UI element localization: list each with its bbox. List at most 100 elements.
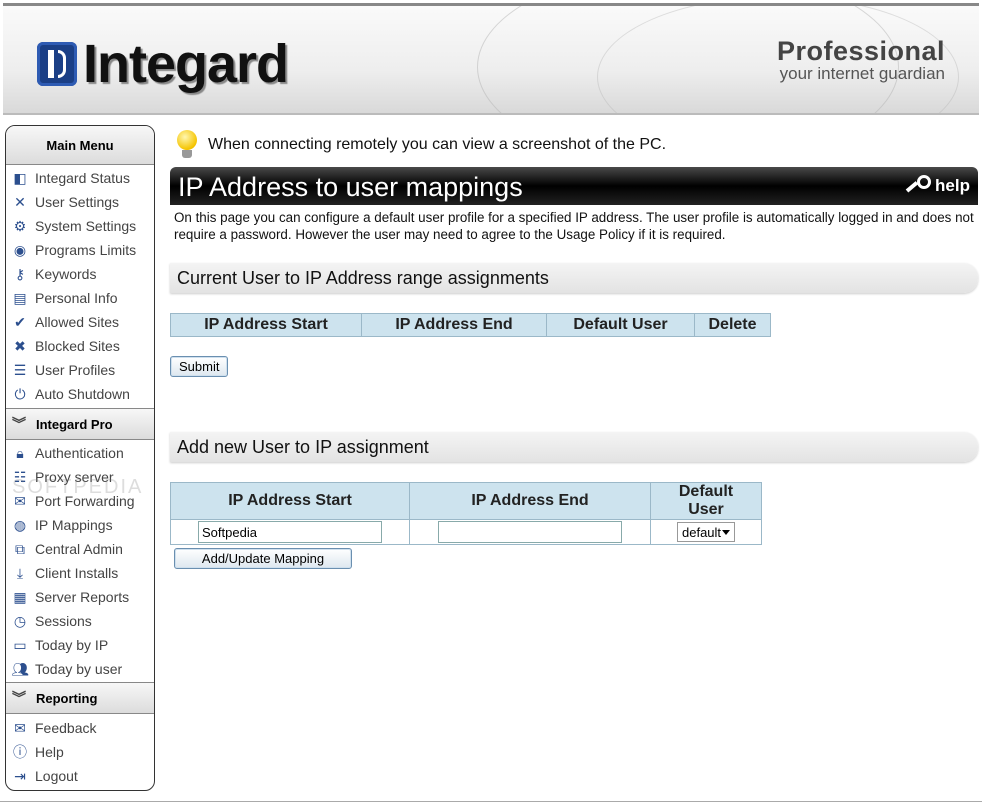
- reporting-title: Reporting: [36, 690, 98, 706]
- column-header: Default User: [650, 482, 762, 520]
- column-header: IP Address Start: [170, 313, 362, 337]
- sidebar-item-help[interactable]: ⓘ Help: [6, 740, 154, 764]
- end-cell: [409, 519, 651, 545]
- sidebar-item-server-reports[interactable]: ▦ Server Reports: [6, 585, 154, 609]
- profiles-icon: ☰: [13, 361, 27, 378]
- help-label: help: [935, 176, 970, 195]
- globe-icon: ◍: [13, 516, 27, 533]
- sidebar-item-label: Authentication: [35, 445, 124, 461]
- default-user-select[interactable]: default: [677, 522, 735, 542]
- ip-end-input[interactable]: [438, 521, 622, 543]
- logo-mark-icon: [37, 42, 77, 86]
- sidebar-item-user-profiles[interactable]: ☰ User Profiles: [6, 358, 154, 382]
- integard-pro-title: Integard Pro: [36, 416, 113, 432]
- lock-icon: 🔒︎: [16, 444, 24, 461]
- sidebar-item-central-admin[interactable]: ⧉ Central Admin: [6, 537, 154, 561]
- add-update-mapping-button[interactable]: Add/Update Mapping: [174, 548, 352, 569]
- table-row: default: [170, 519, 762, 545]
- sidebar-item-today-by-user[interactable]: 👥︎ Today by user: [6, 657, 154, 681]
- sidebar-item-label: Server Reports: [35, 589, 130, 605]
- sidebar-item-allowed-sites[interactable]: ✔ Allowed Sites: [6, 310, 154, 334]
- sidebar-item-system-settings[interactable]: ⚙ System Settings: [6, 214, 154, 238]
- sidebar-item-ip-mappings[interactable]: ◍ IP Mappings: [6, 513, 154, 537]
- page-title-bar: IP Address to user mappings help: [170, 167, 978, 205]
- user-cell: default: [650, 519, 762, 545]
- brand-name: Integard: [83, 34, 289, 94]
- sidebar-item-label: Client Installs: [35, 565, 119, 581]
- sidebar-item-label: Feedback: [35, 720, 97, 736]
- submit-button[interactable]: Submit: [170, 356, 229, 377]
- network-icon: ⧉: [15, 540, 25, 557]
- check-icon: ✔: [14, 313, 26, 330]
- sidebar-item-label: Auto Shutdown: [35, 386, 130, 402]
- sidebar-item-sessions[interactable]: ◷ Sessions: [6, 609, 154, 633]
- info-icon: ⓘ: [13, 744, 27, 760]
- current-assignments-heading: Current User to IP Address range assignm…: [170, 263, 978, 293]
- sidebar-item-user-settings[interactable]: ✕ User Settings: [6, 190, 154, 214]
- sidebar-item-label: User Settings: [35, 194, 120, 210]
- column-header: Delete: [694, 313, 771, 337]
- integard-pro-header[interactable]: ︾ Integard Pro: [6, 408, 154, 440]
- id-card-icon: ▤: [13, 289, 27, 306]
- sidebar-item-label: System Settings: [35, 218, 137, 234]
- add-assignment-heading: Add new User to IP assignment: [170, 432, 978, 462]
- x-icon: ✖: [14, 337, 26, 354]
- status-icon: ◧: [13, 169, 27, 186]
- double-chevron-down-icon: ︾: [12, 690, 26, 706]
- users-icon: 👥︎: [11, 660, 29, 677]
- sidebar-item-label: Today by IP: [35, 637, 109, 653]
- table-header-row: IP Address Start IP Address End Default …: [170, 482, 762, 520]
- ip-start-input[interactable]: [198, 521, 382, 543]
- page-intro: On this page you can configure a default…: [174, 210, 974, 242]
- edition-label: Professional: [776, 36, 945, 66]
- sidebar-item-authentication[interactable]: 🔒︎ Authentication: [6, 441, 154, 465]
- sidebar-item-blocked-sites[interactable]: ✖ Blocked Sites: [6, 334, 154, 358]
- table-header-row: IP Address Start IP Address End Default …: [170, 313, 771, 337]
- sidebar-item-label: Programs Limits: [35, 242, 137, 258]
- tip-text: When connecting remotely you can view a …: [208, 136, 667, 153]
- section-title: Add new User to IP assignment: [177, 436, 429, 457]
- reporting-menu-list: ✉ Feedback ⓘ Help ⇥ Logout: [6, 714, 154, 788]
- sidebar-item-keywords[interactable]: ⚷ Keywords: [6, 262, 154, 286]
- sidebar-item-programs-limits[interactable]: ◉ Programs Limits: [6, 238, 154, 262]
- column-header: IP Address End: [409, 482, 651, 520]
- column-header: IP Address End: [361, 313, 547, 337]
- cd-icon: ◉: [13, 241, 27, 258]
- sidebar-item-today-by-ip[interactable]: ▭ Today by IP: [6, 633, 154, 657]
- sidebar-item-label: Personal Info: [35, 290, 118, 306]
- footer-divider: [0, 801, 982, 802]
- reporting-header[interactable]: ︾ Reporting: [6, 682, 154, 714]
- help-link[interactable]: help: [905, 173, 970, 199]
- sidebar-item-personal-info[interactable]: ▤ Personal Info: [6, 286, 154, 310]
- sidebar-item-label: Logout: [35, 768, 78, 784]
- start-cell: [170, 519, 410, 545]
- sidebar-item-label: Central Admin: [35, 541, 123, 557]
- monitor-icon: ▭: [13, 636, 27, 653]
- gears-icon: ⚙: [13, 217, 27, 234]
- sidebar-item-label: Integard Status: [35, 170, 130, 186]
- logout-icon: ⇥: [14, 767, 26, 784]
- download-icon: ⤓: [16, 564, 24, 581]
- sidebar-item-logout[interactable]: ⇥ Logout: [6, 764, 154, 788]
- main-menu-header: Main Menu: [6, 126, 154, 165]
- sidebar-item-client-installs[interactable]: ⤓ Client Installs: [6, 561, 154, 585]
- mail-icon: ✉: [14, 719, 26, 736]
- section-title: Current User to IP Address range assignm…: [177, 267, 549, 288]
- main-menu-list: ◧ Integard Status ✕ User Settings ⚙ System …: [6, 165, 154, 406]
- sidebar-item-label: Keywords: [35, 266, 97, 282]
- sidebar-item-label: Help: [35, 744, 64, 760]
- sidebar-item-label: Sessions: [35, 613, 92, 629]
- magnifier-icon: [905, 173, 933, 199]
- sidebar-item-auto-shutdown[interactable]: ⏻ Auto Shutdown: [6, 382, 154, 406]
- report-icon: ▦: [13, 588, 27, 605]
- sidebar-item-feedback[interactable]: ✉ Feedback: [6, 716, 154, 740]
- key-icon: ⚷: [14, 265, 26, 282]
- tip-bar: When connecting remotely you can view a …: [170, 125, 978, 165]
- sidebar-item-integard-status[interactable]: ◧ Integard Status: [6, 166, 154, 190]
- sidebar: Main Menu ◧ Integard Status ✕ User Setting…: [5, 125, 155, 791]
- page-title: IP Address to user mappings: [178, 172, 523, 202]
- header: Integard Professional your internet guar…: [3, 3, 979, 115]
- power-icon: ⏻: [14, 385, 26, 402]
- clock-icon: ◷: [13, 612, 27, 629]
- current-assignments-table: IP Address Start IP Address End Default …: [170, 313, 771, 337]
